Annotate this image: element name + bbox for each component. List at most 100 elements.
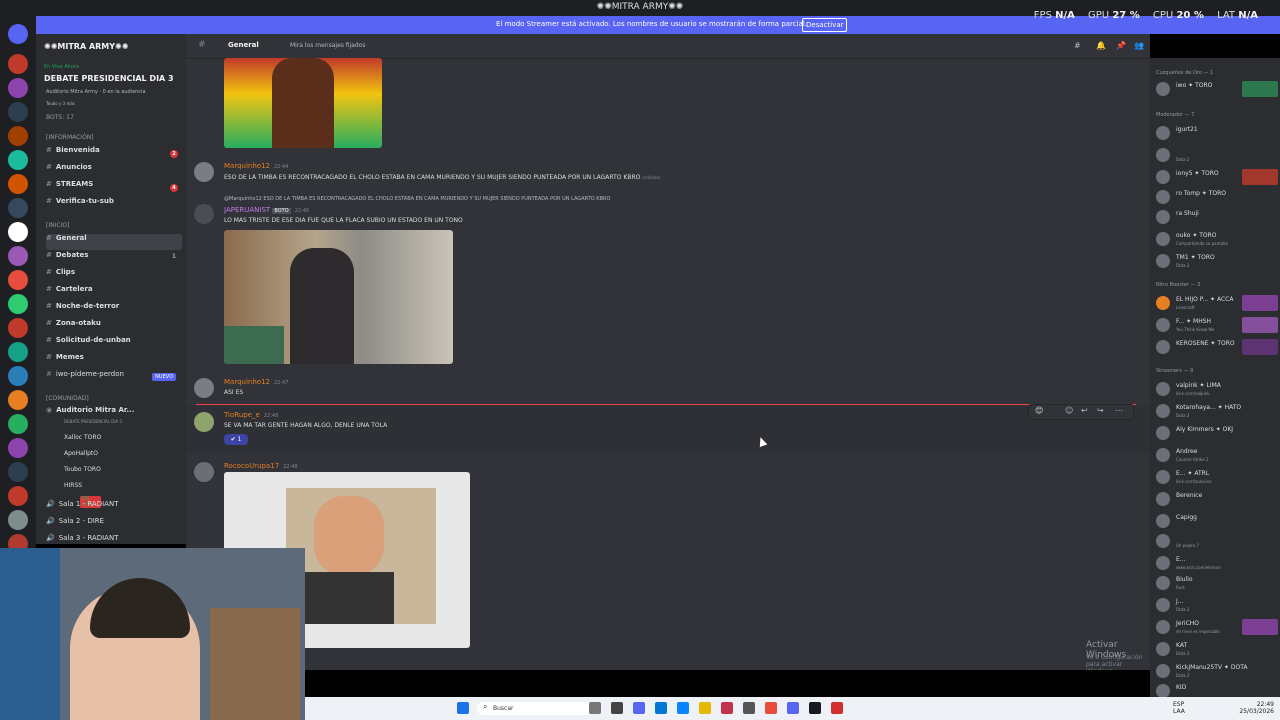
discord-home-icon[interactable] [8, 24, 28, 44]
message-author[interactable]: TioRupe_e 22:48 [224, 411, 278, 419]
forward-icon[interactable]: ↪ [1097, 406, 1104, 415]
member-item[interactable]: TM1 ✦ TORO Dota 2 [1154, 252, 1278, 270]
event-title[interactable]: DEBATE PRESIDENCIAL DIA 3 [44, 74, 174, 83]
server-icon[interactable] [8, 390, 28, 410]
app-icon[interactable] [677, 702, 689, 714]
taskbar-clock[interactable]: 22:49 25/03/2026 [1239, 701, 1274, 715]
avatar[interactable] [194, 204, 214, 224]
members-icon[interactable]: 👥 [1134, 41, 1144, 50]
image-attachment[interactable] [224, 58, 382, 148]
message-author[interactable]: Marquinho12 22:44 [224, 162, 288, 170]
channel-cartelera[interactable]: # Cartelera [46, 285, 182, 301]
member-item[interactable]: F... ✦ MHSH You Think Know Me [1154, 316, 1278, 334]
server-name[interactable]: ✺✺MITRA ARMY✺✺ [44, 42, 128, 51]
reply-icon[interactable]: ↩ [1081, 406, 1088, 415]
start-icon[interactable] [457, 702, 469, 714]
category-comunidad[interactable]: [COMUNIDAD] [46, 395, 89, 402]
taskbar-search[interactable]: Buscar [477, 702, 593, 715]
channel-memes[interactable]: # Memes [46, 353, 182, 369]
pinned-hint[interactable]: Mira los mensajes fijados [290, 42, 366, 49]
app-icon[interactable] [633, 702, 645, 714]
server-icon[interactable] [8, 414, 28, 434]
member-item[interactable]: KAT Dota 2 [1154, 640, 1278, 658]
member-item[interactable]: KEROSENE ✦ TORO [1154, 338, 1278, 356]
reply-preview[interactable]: @Marquinho12 ESO DE LA TIMBA ES RECONTRA… [224, 196, 610, 202]
server-icon[interactable] [8, 102, 28, 122]
app-icon[interactable] [699, 702, 711, 714]
app-icon[interactable] [721, 702, 733, 714]
member-item[interactable]: E... ✦ ATRL kick.com/zulusino [1154, 468, 1278, 486]
channel-solicitud-de-unban[interactable]: # Solicitud-de-unban [46, 336, 182, 352]
server-icon[interactable] [8, 174, 28, 194]
channel-verifica[interactable]: # Verifica-tu-sub [46, 197, 182, 213]
channel-anuncios[interactable]: # Anuncios [46, 163, 182, 179]
add-reaction-icon[interactable]: ☺ [1065, 406, 1073, 415]
member-item[interactable]: igurt21 [1154, 124, 1278, 142]
server-icon[interactable] [8, 462, 28, 482]
image-attachment[interactable] [224, 230, 453, 364]
avatar[interactable] [194, 162, 214, 182]
voice-room-3[interactable]: 🔊 Sala 3 - RADIANT [46, 534, 182, 544]
server-icon[interactable] [8, 222, 28, 242]
server-icon[interactable] [8, 486, 28, 506]
username[interactable]: RococoUrupa17 [224, 462, 279, 470]
voice-room-1[interactable]: 🔊 Sala 1 - RADIANT [46, 500, 182, 516]
hovered-message[interactable] [186, 406, 1150, 454]
channel-bienvenida[interactable]: # Bienvenida 2 [46, 146, 182, 162]
username[interactable]: Marquinho12 [224, 378, 270, 386]
member-item[interactable]: ro Tomp ✦ TORO [1154, 188, 1278, 206]
username[interactable]: TioRupe_e [224, 411, 260, 419]
message-author[interactable]: JAPERUANIST BOTO 22:46 [224, 206, 309, 214]
message-author[interactable]: Marquinho12 22:47 [224, 378, 288, 386]
member-item[interactable]: JeriCHO mi nivel es impecable [1154, 618, 1278, 636]
server-icon[interactable] [8, 510, 28, 530]
server-icon[interactable] [8, 54, 28, 74]
server-icon[interactable] [8, 318, 28, 338]
app-icon[interactable] [611, 702, 623, 714]
member-item[interactable]: Berenice [1154, 490, 1278, 508]
server-icon[interactable] [8, 150, 28, 170]
threads-icon[interactable]: # [1074, 41, 1081, 50]
member-item[interactable]: J... Dota 2 [1154, 596, 1278, 614]
app-icon[interactable] [831, 702, 843, 714]
deactivate-streamer-button[interactable]: Desactivar [802, 18, 848, 32]
bell-icon[interactable]: 🔔 [1096, 41, 1106, 50]
member-item[interactable]: KID [1154, 682, 1278, 698]
member-item[interactable]: Dota 2 [1154, 146, 1278, 164]
member-item[interactable]: Capigg [1154, 512, 1278, 530]
app-icon[interactable] [743, 702, 755, 714]
avatar[interactable] [194, 378, 214, 398]
member-item[interactable]: ra Shuji [1154, 208, 1278, 226]
server-icon[interactable] [8, 438, 28, 458]
username[interactable]: Marquinho12 [224, 162, 270, 170]
member-item[interactable]: KickJManu25TV ✦ DOTA Dota 2 [1154, 662, 1278, 680]
member-item[interactable]: valpink ✦ LIMA kick.com/valpink [1154, 380, 1278, 398]
app-icon[interactable] [589, 702, 601, 714]
app-icon[interactable] [765, 702, 777, 714]
avatar[interactable] [194, 462, 214, 482]
category-inicio[interactable]: [INICIO] [46, 222, 69, 229]
channel-general[interactable]: # General [46, 234, 182, 250]
member-item[interactable]: iwo ✦ TORO [1154, 80, 1278, 98]
channel-clips[interactable]: # Clips [46, 268, 182, 284]
reaction-pill[interactable]: ✔ 1 [224, 434, 248, 445]
member-item[interactable]: Andree Counter-Strike 2 [1154, 446, 1278, 464]
server-icon[interactable] [8, 198, 28, 218]
message-author[interactable]: RococoUrupa17 22:48 [224, 462, 298, 470]
language-indicator[interactable]: ESP LAA [1173, 701, 1185, 715]
server-icon[interactable] [8, 246, 28, 266]
member-item[interactable]: iony5 ✦ TORO [1154, 168, 1278, 186]
server-icon[interactable] [8, 342, 28, 362]
server-icon[interactable] [8, 78, 28, 98]
voice-user[interactable]: ApoHallptO [64, 450, 98, 457]
member-item[interactable]: EL HIJO P... ✦ ACCA Lovecraft [1154, 294, 1278, 312]
member-item[interactable]: Aly Kimmers ✦ OKJ [1154, 424, 1278, 442]
channel-noche-de-terror[interactable]: # Noche-de-terror [46, 302, 182, 318]
channel-zona-otaku[interactable]: # Zona-otaku [46, 319, 182, 335]
member-item[interactable]: Kotarohaya... ✦ HATO Dota 2 [1154, 402, 1278, 420]
channel-iwo-pideme-perdon[interactable]: # iwo-pídeme-perdon NUEVO [46, 370, 182, 386]
category-informacion[interactable]: [INFORMACIÓN] [46, 134, 94, 141]
avatar[interactable] [194, 412, 214, 432]
reaction-icon[interactable]: 😊 [1035, 406, 1043, 415]
more-icon[interactable]: ⋯ [1115, 406, 1123, 415]
